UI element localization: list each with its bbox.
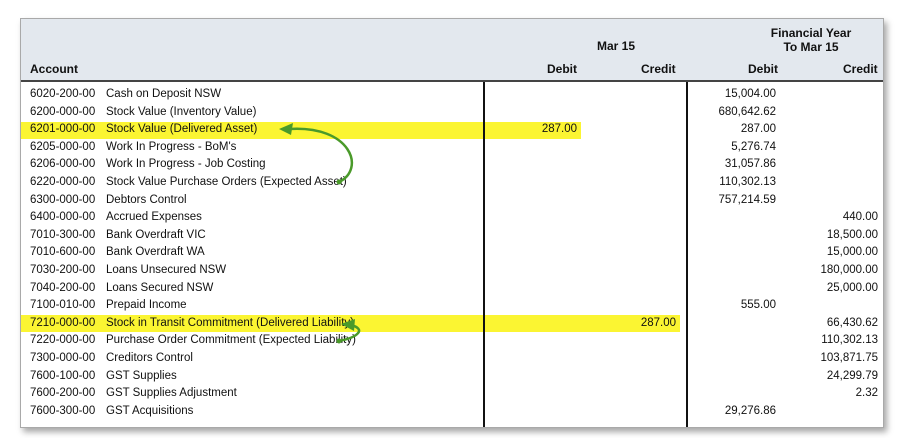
table-row: 6400-000-00 Accrued Expenses 440.00 [21,209,883,227]
account-name: Work In Progress - BoM's [106,140,237,153]
account-code: 6220-000-00 [30,175,96,188]
col-period-credit-header: Credit [641,62,676,76]
report-header-band: Mar 15 Financial Year To Mar 15 [21,19,883,60]
col-fy-credit-header: Credit [843,62,878,76]
table-row: 7600-100-00 GST Supplies 24,299.79 [21,368,883,386]
account-code: 7030-200-00 [30,263,96,276]
trial-balance-report: Mar 15 Financial Year To Mar 15 Account … [20,18,884,428]
account-name: Loans Unsecured NSW [106,263,227,276]
account-name: Stock in Transit Commitment (Delivered L… [106,316,354,329]
table-row: 7220-000-00 Purchase Order Commitment (Ex… [21,332,883,350]
table-row: 7010-600-00 Bank Overdraft WA 15,000.00 [21,244,883,262]
fy-credit: 180,000.00 [820,263,878,276]
fy-credit: 66,430.62 [826,316,878,329]
fy-credit: 110,302.13 [821,334,878,347]
account-name: Work In Progress - Job Costing [106,158,266,171]
account-code: 7600-100-00 [30,369,96,382]
table-row: 7010-300-00 Bank Overdraft VIC 18,500.00 [21,227,883,245]
account-name: Loans Secured NSW [106,281,214,294]
financial-year-label: Financial Year To Mar 15 [756,26,866,54]
account-code: 7210-000-00 [30,316,96,329]
account-code: 7300-000-00 [30,351,96,364]
col-fy-debit-header: Debit [748,62,778,76]
period-debit: 287.00 [541,123,577,136]
account-name: Stock Value Purchase Orders (Expected As… [106,175,347,188]
col-period-debit-header: Debit [547,62,577,76]
account-name: Debtors Control [106,193,187,206]
fy-credit: 24,299.79 [826,369,878,382]
account-name: Bank Overdraft VIC [106,228,206,241]
account-code: 7100-010-00 [30,299,96,312]
fy-credit: 18,500.00 [826,228,878,241]
fy-debit: 110,302.13 [719,175,776,188]
fy-credit: 440.00 [842,211,878,224]
account-code: 7600-300-00 [30,404,96,417]
account-rows: 6020-200-00 Cash on Deposit NSW 15,004.00 6… [21,86,883,420]
account-code: 6200-000-00 [30,105,96,118]
account-code: 7040-200-00 [30,281,96,294]
fy-debit: 680,642.62 [718,105,776,118]
account-name: GST Acquisitions [106,404,194,417]
table-row: 6020-200-00 Cash on Deposit NSW 15,004.00 [21,86,883,104]
account-code: 6201-000-00 [30,123,96,136]
account-name: Stock Value (Delivered Asset) [106,123,258,136]
account-name: GST Supplies Adjustment [106,387,237,400]
column-header-row: Account Debit Credit Debit Credit [21,59,883,82]
account-code: 6206-000-00 [30,158,96,171]
table-row: 7030-200-00 Loans Unsecured NSW 180,000.00 [21,262,883,280]
fy-credit: 15,000.00 [826,246,878,259]
fy-debit: 555.00 [740,299,776,312]
fy-debit: 757,214.59 [718,193,776,206]
table-row: 6205-000-00 Work In Progress - BoM's 5,276… [21,139,883,157]
account-name: Accrued Expenses [106,211,202,224]
fy-credit: 25,000.00 [826,281,878,294]
account-code: 7010-600-00 [30,246,96,259]
account-name: Purchase Order Commitment (Expected Liab… [106,334,356,347]
account-code: 7220-000-00 [30,334,96,347]
account-code: 7600-200-00 [30,387,96,400]
table-row: 6206-000-00 Work In Progress - Job Costin… [21,156,883,174]
account-name: Cash on Deposit NSW [106,88,222,100]
table-row: 7600-200-00 GST Supplies Adjustment 2.32 [21,385,883,403]
table-row: 6201-000-00 Stock Value (Delivered Asset)… [21,121,883,139]
table-row: 6220-000-00 Stock Value Purchase Orders (… [21,174,883,192]
fy-debit: 31,057.86 [724,158,776,171]
fy-credit: 103,871.75 [820,351,878,364]
period-label: Mar 15 [597,39,636,53]
account-name: GST Supplies [106,369,177,382]
account-code: 7010-300-00 [30,228,96,241]
account-name: Bank Overdraft WA [106,246,205,259]
fy-line2: To Mar 15 [783,40,839,54]
table-row: 7210-000-00 Stock in Transit Commitment (… [21,315,883,333]
fy-debit: 15,004.00 [724,88,776,100]
table-row: 7600-300-00 GST Acquisitions 29,276.86 [21,403,883,421]
account-name: Creditors Control [106,351,193,364]
table-row: 7300-000-00 Creditors Control 103,871.75 [21,350,883,368]
account-name: Prepaid Income [106,299,187,312]
account-code: 6020-200-00 [30,88,96,100]
table-row: 6300-000-00 Debtors Control 757,214.59 [21,192,883,210]
account-name: Stock Value (Inventory Value) [106,105,257,118]
fy-credit: 2.32 [855,387,878,400]
table-row: 7100-010-00 Prepaid Income 555.00 [21,297,883,315]
fy-debit: 5,276.74 [731,140,776,153]
fy-line1: Financial Year [770,26,852,40]
col-account-header: Account [30,62,78,76]
account-code: 6400-000-00 [30,211,96,224]
account-code: 6205-000-00 [30,140,96,153]
fy-debit: 29,276.86 [724,404,776,417]
table-row: 7040-200-00 Loans Secured NSW 25,000.00 [21,280,883,298]
table-row: 6200-000-00 Stock Value (Inventory Value)… [21,104,883,122]
fy-debit: 287.00 [740,123,776,136]
account-code: 6300-000-00 [30,193,96,206]
period-credit: 287.00 [640,316,676,329]
